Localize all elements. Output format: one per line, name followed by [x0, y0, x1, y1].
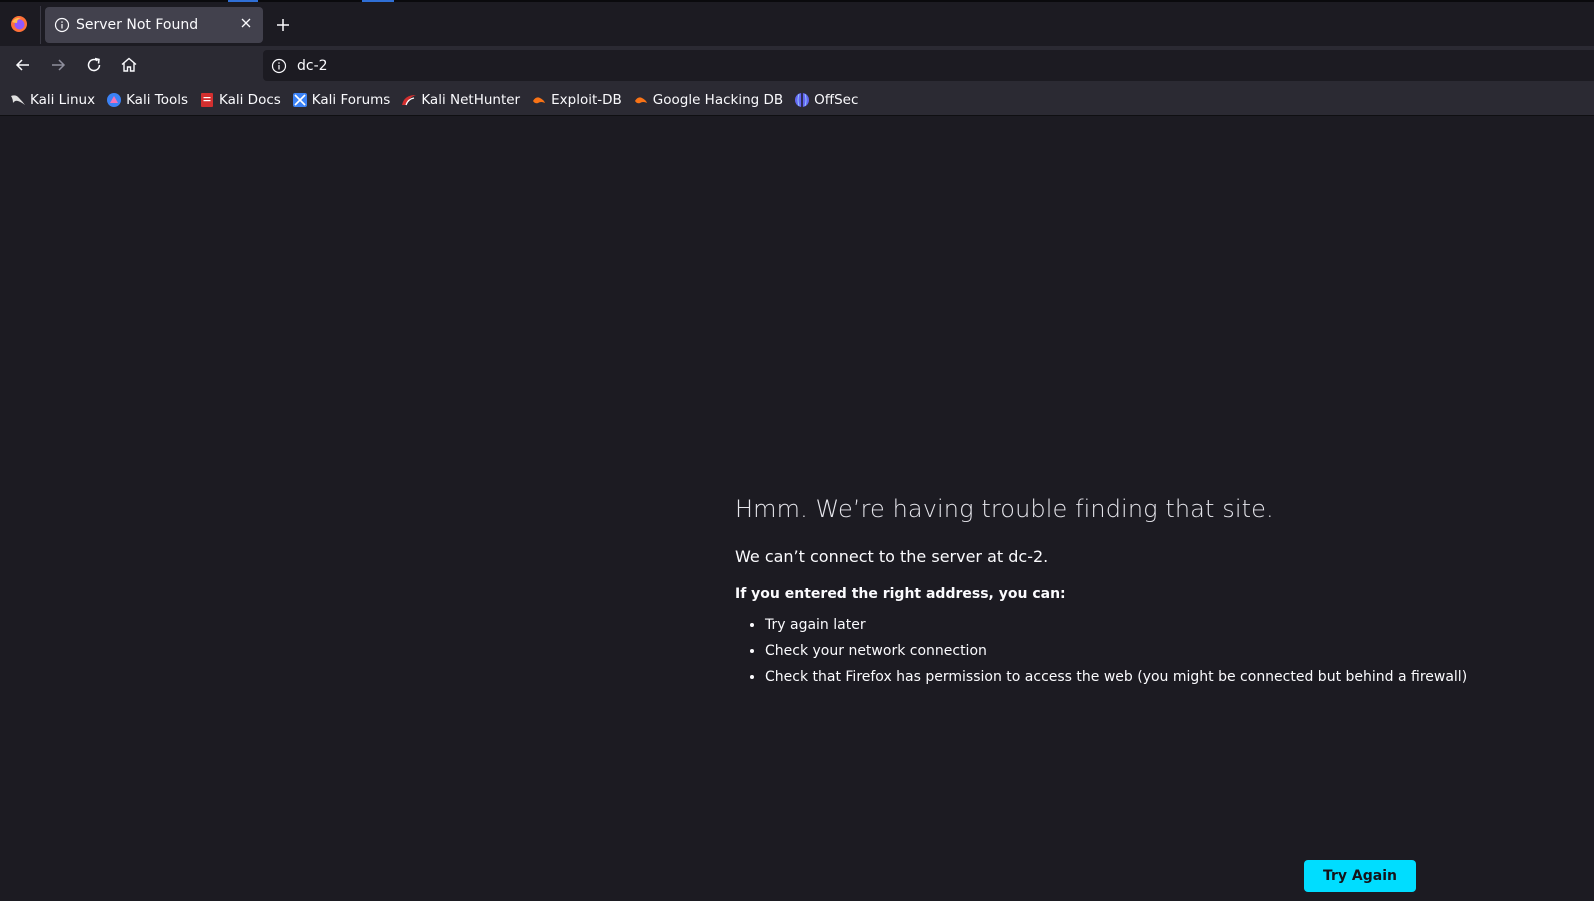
ghdb-icon — [634, 96, 647, 103]
page-content: Hmm. We’re having trouble finding that s… — [0, 117, 1594, 901]
tab-active[interactable]: Server Not Found — [45, 7, 263, 43]
error-title: Hmm. We’re having trouble finding that s… — [735, 495, 1274, 523]
back-arrow-icon[interactable] — [13, 55, 33, 75]
kali-tools-icon — [107, 92, 122, 107]
suggestion-list: Try again later Check your network conne… — [735, 616, 1467, 686]
url-bar[interactable]: dc-2 — [263, 50, 1594, 81]
reload-icon[interactable] — [84, 55, 104, 75]
forward-arrow-icon[interactable] — [48, 55, 68, 75]
new-tab-plus-icon[interactable] — [272, 14, 294, 36]
try-again-button[interactable]: Try Again — [1304, 860, 1416, 892]
url-text[interactable]: dc-2 — [297, 58, 328, 74]
bookmark-google-hacking-db[interactable]: Google Hacking DB — [633, 88, 783, 112]
tab-strip: Server Not Found — [0, 0, 1594, 46]
suggestion-item: Try again later — [765, 616, 1455, 634]
bookmark-kali-tools[interactable]: Kali Tools — [106, 88, 188, 112]
tab-title: Server Not Found — [76, 17, 199, 33]
bookmark-offsec[interactable]: OffSec — [794, 88, 858, 112]
tab-divider — [40, 6, 41, 44]
info-icon — [54, 17, 70, 33]
kali-forums-icon — [292, 92, 307, 107]
firefox-logo-icon[interactable] — [10, 15, 28, 33]
bookmarks-toolbar: Kali Linux Kali Tools Kali Docs Kali For… — [0, 84, 1594, 116]
bookmark-kali-forums[interactable]: Kali Forums — [292, 88, 390, 112]
kali-nethunter-icon — [402, 94, 417, 105]
kali-dragon-icon — [11, 94, 25, 105]
suggestion-item: Check your network connection — [765, 642, 1455, 660]
error-container: Hmm. We’re having trouble finding that s… — [735, 495, 1467, 892]
bookmark-kali-linux[interactable]: Kali Linux — [10, 88, 95, 112]
error-description: We can’t connect to the server at dc-2. — [735, 547, 1049, 566]
bookmark-kali-nethunter[interactable]: Kali NetHunter — [401, 88, 520, 112]
error-subtitle: If you entered the right address, you ca… — [735, 586, 1066, 602]
kali-docs-icon — [201, 92, 213, 107]
navigation-toolbar: dc-2 — [0, 46, 1594, 84]
exploit-db-icon — [533, 96, 546, 103]
tab-strip-accent — [362, 0, 394, 2]
close-tab-icon[interactable] — [239, 16, 253, 30]
bookmark-exploit-db[interactable]: Exploit-DB — [531, 88, 622, 112]
offsec-icon — [795, 92, 810, 107]
home-icon[interactable] — [119, 55, 139, 75]
bookmark-kali-docs[interactable]: Kali Docs — [199, 88, 281, 112]
site-info-icon[interactable] — [271, 58, 287, 74]
tab-strip-accent — [228, 0, 258, 2]
suggestion-item: Check that Firefox has permission to acc… — [765, 668, 1467, 686]
